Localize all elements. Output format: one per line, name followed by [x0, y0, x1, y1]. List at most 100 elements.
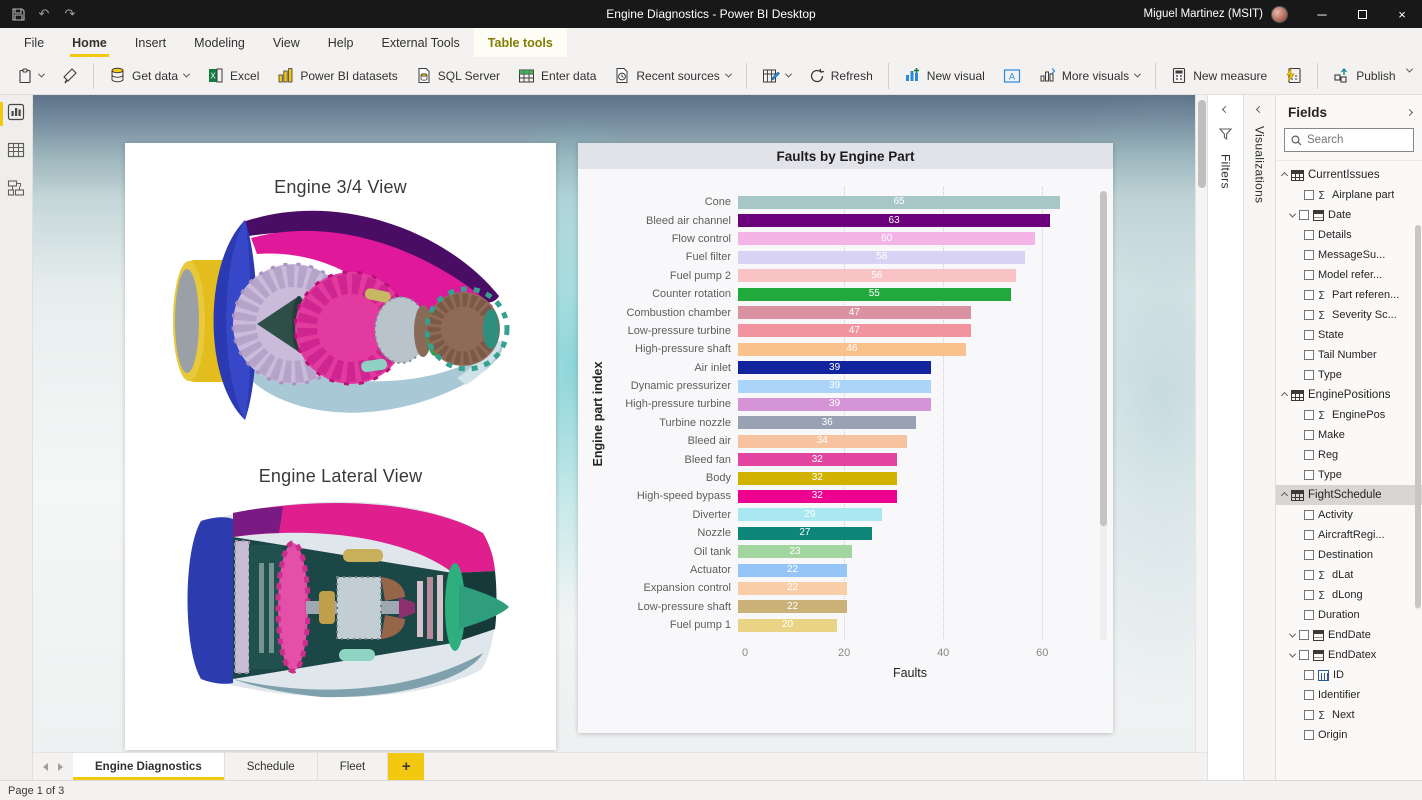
ribbon-tab-home[interactable]: Home — [58, 28, 121, 57]
fields-scrollbar-thumb[interactable] — [1415, 225, 1421, 608]
ribbon-tab-view[interactable]: View — [259, 28, 314, 57]
field-make[interactable]: Make — [1276, 425, 1422, 445]
field-airplane-part[interactable]: ΣAirplane part — [1276, 185, 1422, 205]
bar-bleed-fan[interactable]: 32 — [738, 453, 897, 466]
checkbox[interactable] — [1304, 570, 1314, 580]
checkbox[interactable] — [1304, 530, 1314, 540]
checkbox[interactable] — [1299, 650, 1309, 660]
publish-button[interactable]: Publish — [1324, 61, 1404, 91]
format-painter-button[interactable] — [53, 61, 87, 91]
field-identifier[interactable]: Identifier — [1276, 685, 1422, 705]
bar-fuel-filter[interactable]: 58 — [738, 251, 1025, 264]
checkbox[interactable] — [1304, 410, 1314, 420]
new-measure-button[interactable]: New measure — [1162, 61, 1276, 91]
recent-sources-button[interactable]: Recent sources — [605, 61, 739, 91]
fields-search[interactable] — [1284, 128, 1414, 152]
field-id[interactable]: ID — [1276, 665, 1422, 685]
checkbox[interactable] — [1304, 350, 1314, 360]
fields-collapse-icon[interactable] — [1406, 109, 1413, 116]
ribbon-tab-help[interactable]: Help — [314, 28, 368, 57]
bar-air-inlet[interactable]: 39 — [738, 361, 931, 374]
bar-cone[interactable]: 65 — [738, 196, 1060, 209]
ribbon-tab-external-tools[interactable]: External Tools — [367, 28, 473, 57]
maximize-button[interactable] — [1342, 0, 1382, 28]
refresh-button[interactable]: Refresh — [800, 61, 882, 91]
field-dlong[interactable]: ΣdLong — [1276, 585, 1422, 605]
bar-fuel-pump-2[interactable]: 56 — [738, 269, 1016, 282]
chart-scrollbar-thumb[interactable] — [1100, 191, 1107, 526]
field-next[interactable]: ΣNext — [1276, 705, 1422, 725]
save-icon[interactable] — [10, 6, 26, 22]
field-date[interactable]: Date — [1276, 205, 1422, 225]
avatar[interactable] — [1271, 6, 1288, 23]
bar-combustion-chamber[interactable]: 47 — [738, 306, 971, 319]
sidebar-item-model-view[interactable] — [0, 177, 33, 203]
visual-engine-views[interactable]: Engine 3/4 View — [125, 143, 556, 750]
checkbox[interactable] — [1304, 290, 1314, 300]
checkbox[interactable] — [1304, 310, 1314, 320]
field-enddate[interactable]: EndDate — [1276, 625, 1422, 645]
fields-scrollbar[interactable] — [1415, 225, 1421, 610]
checkbox[interactable] — [1304, 270, 1314, 280]
visualizations-pane-collapsed[interactable]: Visualizations — [1243, 95, 1275, 780]
field-state[interactable]: State — [1276, 325, 1422, 345]
bar-fuel-pump-1[interactable]: 20 — [738, 619, 837, 632]
checkbox[interactable] — [1304, 370, 1314, 380]
page-tab-fleet[interactable]: Fleet — [318, 753, 389, 780]
bar-bleed-air[interactable]: 34 — [738, 435, 907, 448]
checkbox[interactable] — [1304, 710, 1314, 720]
visualizations-expand-icon[interactable] — [1256, 106, 1263, 113]
checkbox[interactable] — [1299, 210, 1309, 220]
checkbox[interactable] — [1304, 610, 1314, 620]
visual-faults-chart[interactable]: Faults by Engine Part Engine part index … — [578, 143, 1113, 733]
fields-search-input[interactable] — [1307, 134, 1407, 146]
bar-dynamic-pressurizer[interactable]: 39 — [738, 380, 931, 393]
checkbox[interactable] — [1304, 250, 1314, 260]
user-name[interactable]: Miguel Martinez (MSIT) — [1144, 8, 1264, 20]
field-model-refer-[interactable]: Model refer... — [1276, 265, 1422, 285]
checkbox[interactable] — [1304, 550, 1314, 560]
fields-table-currentissues[interactable]: CurrentIssues — [1276, 165, 1422, 185]
sql-server-button[interactable]: SQL Server — [407, 61, 509, 91]
bar-body[interactable]: 32 — [738, 472, 897, 485]
field-destination[interactable]: Destination — [1276, 545, 1422, 565]
checkbox[interactable] — [1304, 430, 1314, 440]
bar-nozzle[interactable]: 27 — [738, 527, 872, 540]
page-prev-icon[interactable] — [43, 763, 48, 771]
fields-table-enginepositions[interactable]: EnginePositions — [1276, 385, 1422, 405]
bar-high-pressure-turbine[interactable]: 39 — [738, 398, 931, 411]
chevron-down-icon[interactable] — [1289, 210, 1296, 217]
fields-table-fightschedule[interactable]: FightSchedule — [1276, 485, 1422, 505]
checkbox[interactable] — [1304, 450, 1314, 460]
field-origin[interactable]: Origin — [1276, 725, 1422, 745]
field-part-referen-[interactable]: ΣPart referen... — [1276, 285, 1422, 305]
chart-scrollbar[interactable] — [1100, 191, 1107, 641]
bar-actuator[interactable]: 22 — [738, 564, 847, 577]
redo-icon[interactable]: ↷ — [62, 6, 78, 22]
sidebar-item-report-view[interactable] — [0, 101, 33, 127]
checkbox[interactable] — [1304, 670, 1314, 680]
field-aircraftregi-[interactable]: AircraftRegi... — [1276, 525, 1422, 545]
new-page-button[interactable]: + — [388, 753, 424, 780]
bar-low-pressure-shaft[interactable]: 22 — [738, 600, 847, 613]
paste-button[interactable] — [8, 61, 53, 91]
page-tab-schedule[interactable]: Schedule — [225, 753, 318, 780]
field-duration[interactable]: Duration — [1276, 605, 1422, 625]
field-dlat[interactable]: ΣdLat — [1276, 565, 1422, 585]
field-activity[interactable]: Activity — [1276, 505, 1422, 525]
checkbox[interactable] — [1304, 690, 1314, 700]
undo-icon[interactable]: ↶ — [36, 6, 52, 22]
excel-button[interactable]: XExcel — [198, 61, 268, 91]
chevron-down-icon[interactable] — [1289, 650, 1296, 657]
filters-pane-collapsed[interactable]: Filters — [1207, 95, 1243, 780]
checkbox[interactable] — [1304, 230, 1314, 240]
bar-turbine-nozzle[interactable]: 36 — [738, 416, 916, 429]
canvas-scrollbar[interactable] — [1195, 95, 1207, 752]
canvas-scrollbar-thumb[interactable] — [1198, 100, 1206, 188]
field-enddatex[interactable]: EndDatex — [1276, 645, 1422, 665]
ribbon-tab-file[interactable]: File — [10, 28, 58, 57]
sidebar-item-data-view[interactable] — [0, 139, 33, 165]
ribbon-tab-table-tools[interactable]: Table tools — [474, 28, 567, 57]
bar-flow-control[interactable]: 60 — [738, 232, 1035, 245]
text-box-button[interactable]: A — [994, 61, 1030, 91]
